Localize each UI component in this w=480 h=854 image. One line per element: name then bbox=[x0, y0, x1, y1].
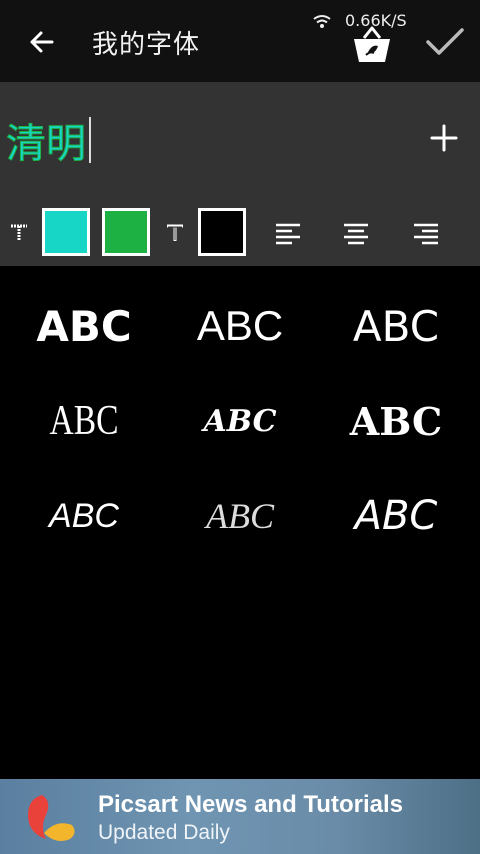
back-arrow-icon[interactable] bbox=[22, 22, 62, 62]
font-option[interactable]: ABC bbox=[6, 281, 162, 371]
font-option[interactable]: ABC bbox=[162, 281, 318, 371]
fill-color-swatch[interactable] bbox=[42, 208, 90, 256]
text-fill-icon bbox=[11, 224, 27, 241]
text-stroke-icon bbox=[167, 224, 183, 241]
font-option[interactable]: ABC bbox=[318, 471, 474, 561]
font-grid: ABC ABC ABC ABC ABC ABC ABC ABC ABC bbox=[0, 266, 480, 576]
page-title: 我的字体 bbox=[92, 30, 201, 60]
text-value: 清明 bbox=[6, 121, 87, 168]
stroke-color-swatch[interactable] bbox=[102, 208, 150, 256]
align-right-icon[interactable] bbox=[412, 222, 440, 246]
shopping-bag-icon[interactable] bbox=[350, 22, 394, 66]
wifi-icon bbox=[313, 15, 331, 28]
align-left-icon[interactable] bbox=[274, 222, 302, 246]
banner-title: Picsart News and Tutorials bbox=[98, 791, 403, 818]
style-toolbar bbox=[0, 206, 480, 266]
top-app-bar: 我的字体 0.66K/S bbox=[0, 0, 480, 82]
font-option[interactable]: ABC bbox=[162, 471, 318, 561]
text-input[interactable]: 清明 bbox=[6, 112, 91, 168]
banner-subtitle: Updated Daily bbox=[98, 821, 230, 844]
checkmark-icon[interactable] bbox=[424, 22, 466, 62]
text-cursor bbox=[89, 117, 91, 163]
shadow-color-swatch[interactable] bbox=[198, 208, 246, 256]
font-option[interactable]: ABC bbox=[318, 281, 474, 371]
promo-banner[interactable]: Picsart News and Tutorials Updated Daily bbox=[0, 779, 480, 854]
add-icon[interactable] bbox=[428, 122, 460, 154]
picsart-logo-icon bbox=[28, 795, 75, 841]
font-option[interactable]: ABC bbox=[22, 376, 147, 466]
text-editor-panel: 清明 bbox=[0, 82, 480, 266]
font-option[interactable]: ABC bbox=[6, 471, 162, 561]
align-center-icon[interactable] bbox=[342, 222, 370, 246]
font-option[interactable]: ABC bbox=[162, 376, 318, 466]
font-option[interactable]: ABC bbox=[318, 376, 474, 466]
